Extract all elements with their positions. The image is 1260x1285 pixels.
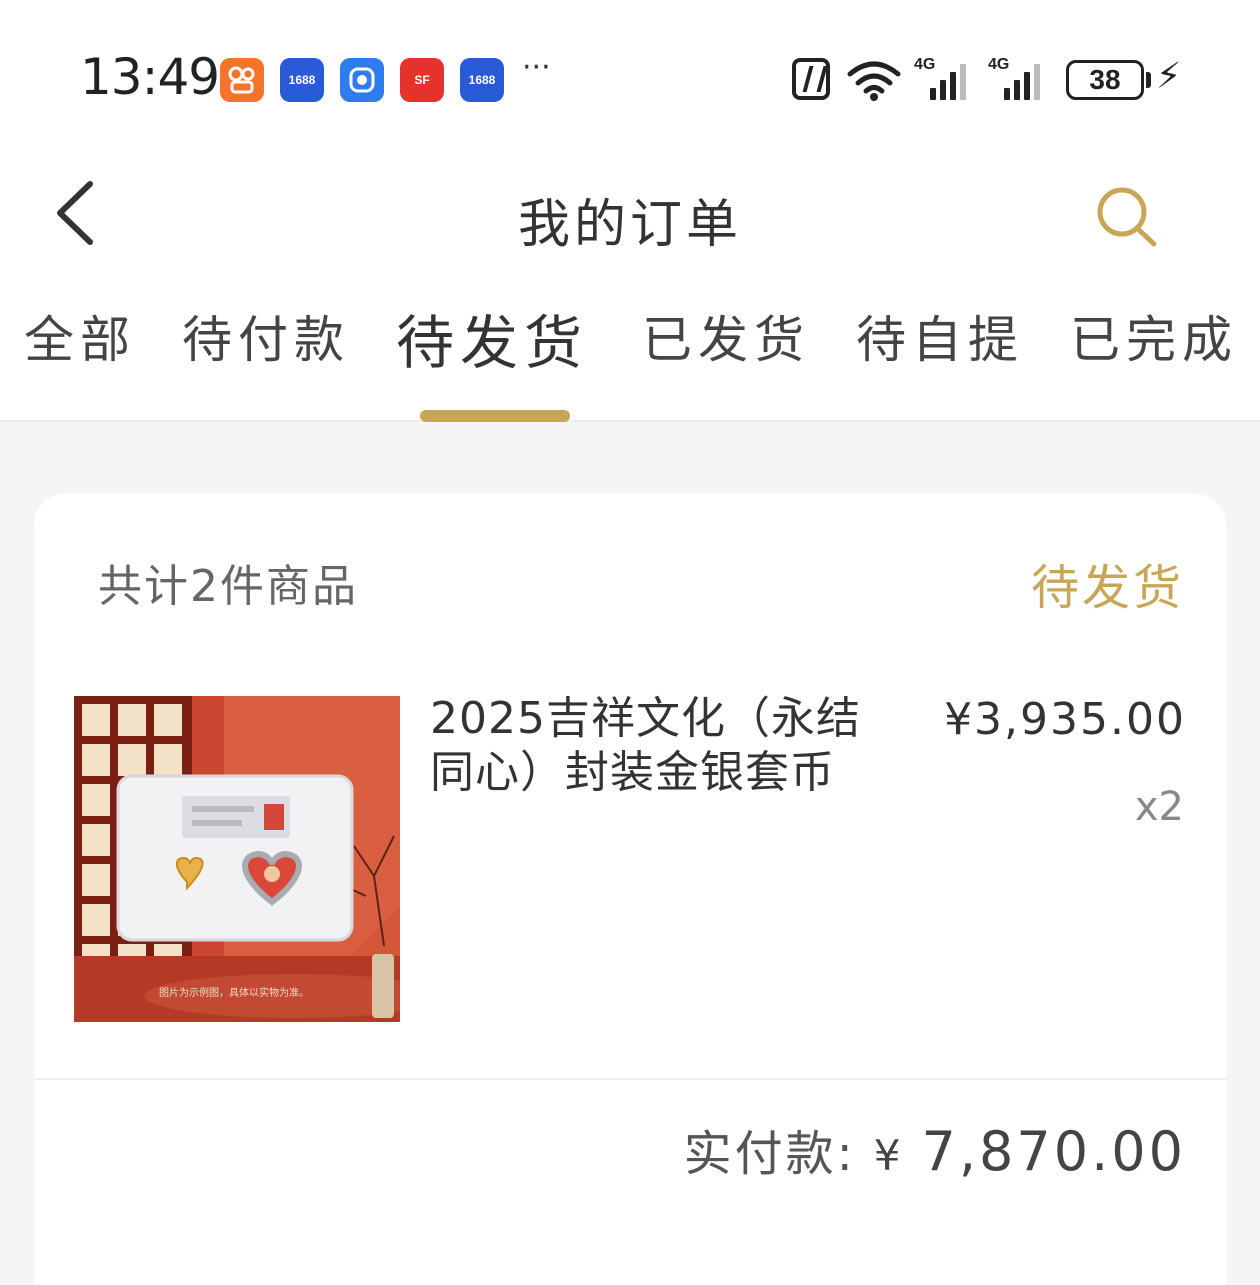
tab-pending-payment[interactable]: 待付款 xyxy=(182,300,350,372)
total-currency: ¥ xyxy=(873,1131,904,1180)
nfc-icon xyxy=(792,58,830,100)
order-total: 实付款: ¥7,870.00 xyxy=(684,1114,1186,1184)
sf-express-app-icon: SF xyxy=(400,58,444,102)
order-status-badge: 待发货 xyxy=(1030,560,1184,616)
signal-label-2: 4G xyxy=(988,56,1010,73)
product-image[interactable]: 图片为示例图，具体以实物为准。 xyxy=(74,696,400,1022)
product-quantity: x2 xyxy=(1134,784,1184,830)
tab-pending-shipment[interactable]: 待发货 xyxy=(396,296,588,380)
card-divider xyxy=(34,1078,1226,1080)
total-amount: 7,870.00 xyxy=(921,1120,1186,1183)
search-button[interactable] xyxy=(1090,182,1160,252)
svg-text:图片为示例图，具体以实物为准。: 图片为示例图，具体以实物为准。 xyxy=(159,986,309,999)
signal-label-1: 4G xyxy=(914,56,936,73)
active-tab-indicator xyxy=(420,410,570,422)
tab-pending-pickup[interactable]: 待自提 xyxy=(856,300,1024,372)
sf-express-app-icon-label: SF xyxy=(414,73,430,87)
blue-app-icon xyxy=(340,58,384,102)
tab-completed[interactable]: 已完成 xyxy=(1070,300,1238,372)
charging-icon: ⚡ xyxy=(1156,56,1182,97)
tab-shipped[interactable]: 已发货 xyxy=(642,300,810,372)
kuaishou-app-icon xyxy=(220,58,264,102)
order-card[interactable]: 共计2件商品 待发货 图片为示例图，具体以实物为准。 2025吉祥文化（永结同心… xyxy=(34,494,1226,1285)
tab-all[interactable]: 全部 xyxy=(24,300,136,372)
order-item-count: 共计2件商品 xyxy=(98,561,358,612)
status-bar: 13:49 1688 SF 1688 ··· 4G 4G 38 ⚡ xyxy=(0,40,1260,120)
header: 我的订单 xyxy=(0,160,1260,270)
cellular-signal-icon-1: 4G xyxy=(914,56,974,102)
battery-icon: 38 xyxy=(1066,60,1144,100)
1688-app-icon-2-label: 1688 xyxy=(468,73,496,87)
page-title: 我的订单 xyxy=(517,195,742,255)
battery-level: 38 xyxy=(1089,64,1121,95)
1688-app-icon-label: 1688 xyxy=(288,73,316,87)
wifi-icon xyxy=(847,61,901,101)
1688-app-icon-2: 1688 xyxy=(460,58,504,102)
status-time: 13:49 xyxy=(80,48,220,106)
battery-tip xyxy=(1146,72,1151,88)
cellular-signal-icon-2: 4G xyxy=(988,56,1048,102)
total-label: 实付款: xyxy=(683,1126,856,1182)
product-price: ¥3,935.00 xyxy=(944,694,1186,745)
more-notifications-icon: ··· xyxy=(522,50,551,85)
product-name[interactable]: 2025吉祥文化（永结同心）封装金银套币 xyxy=(430,692,900,800)
order-tabs: 全部 待付款 待发货 已发货 待自提 已完成 xyxy=(0,290,1260,422)
search-icon xyxy=(1097,187,1157,247)
1688-app-icon: 1688 xyxy=(280,58,324,102)
